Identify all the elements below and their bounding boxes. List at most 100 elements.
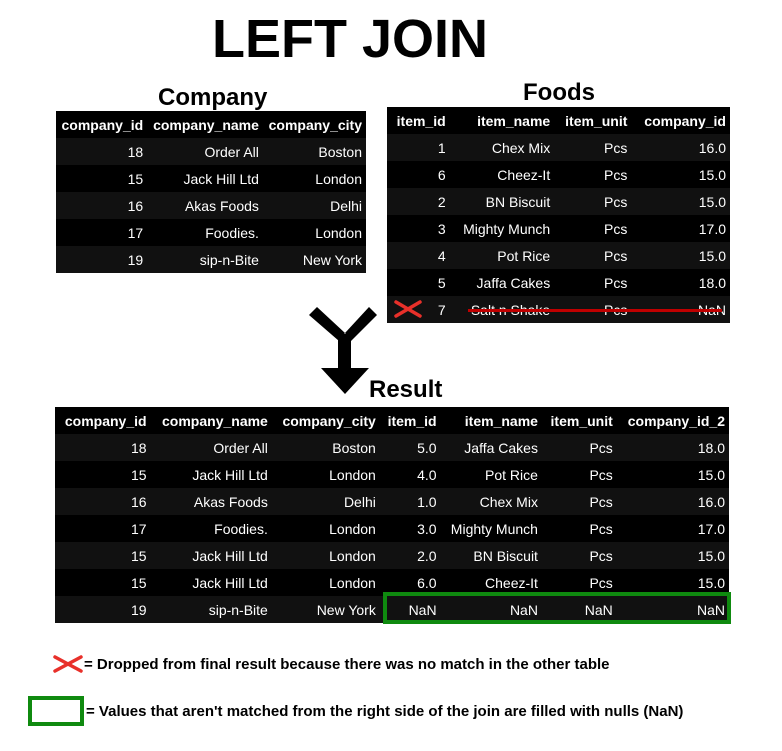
null-values-highlight [383, 592, 731, 624]
header-row: company_id company_name company_city item_i… [55, 407, 729, 434]
x-mark-icon [53, 655, 83, 673]
table-cell: Foodies. [147, 219, 263, 246]
table-cell: 18.0 [631, 269, 730, 296]
column-header: company_id [61, 116, 144, 133]
table-cell: Pcs [541, 515, 617, 542]
table-cell: 3.0 [379, 515, 441, 542]
table-cell: 5.0 [379, 434, 441, 461]
column-header: item_unit [565, 112, 628, 129]
column-header: company_city [268, 116, 362, 133]
table-cell: 16.0 [616, 488, 729, 515]
table-cell: 6 [387, 161, 450, 188]
table-cell: 15.0 [631, 161, 730, 188]
table-cell: 17 [56, 219, 148, 246]
table-cell: Pot Rice [440, 461, 542, 488]
table-cell: 17 [55, 515, 151, 542]
header-row: item_id item_name item_unit company_id [387, 107, 730, 134]
table-cell: Pcs [554, 161, 632, 188]
page-title: LEFT JOIN [211, 9, 488, 69]
table-row: 17 Foodies. London 3.0 Mighty Munch Pcs 17.0 [55, 515, 729, 542]
table-cell: 17.0 [616, 515, 729, 542]
table-cell: London [271, 461, 380, 488]
column-header: item_unit [550, 412, 613, 429]
table-cell: London [262, 219, 366, 246]
table-cell: BN Biscuit [440, 542, 542, 569]
table-cell: Foodies. [150, 515, 272, 542]
table-row: 19 sip-n-Bite New York [56, 246, 366, 273]
table-cell: 15.0 [616, 542, 729, 569]
table-cell: Pcs [541, 461, 617, 488]
table-row: 1 Chex Mix Pcs 16.0 [387, 134, 730, 161]
table-cell: Pcs [541, 488, 617, 515]
table-cell: Pcs [554, 242, 632, 269]
table-row: 2 BN Biscuit Pcs 15.0 [387, 188, 730, 215]
column-header: item_id [387, 412, 437, 429]
column-header: company_name [153, 116, 259, 133]
table-cell: 15.0 [631, 242, 730, 269]
table-cell: 18 [56, 138, 148, 165]
header-row: company_id company_name company_city [56, 111, 366, 138]
table-cell: 18.0 [616, 434, 729, 461]
table-cell: Pcs [554, 134, 632, 161]
table-cell: Pcs [554, 215, 632, 242]
table-cell: London [271, 542, 380, 569]
table-cell: Pcs [554, 269, 632, 296]
table-cell: sip-n-Bite [150, 596, 272, 623]
table-cell: 15.0 [616, 461, 729, 488]
company-caption: Company [158, 84, 268, 111]
table-cell: Order All [150, 434, 272, 461]
table-row: 18 Order All Boston 5.0 Jaffa Cakes Pcs 18.0 [55, 434, 729, 461]
table-cell: Jaffa Cakes [440, 434, 542, 461]
column-header: company_city [282, 412, 376, 429]
table-row: 17 Foodies. London [56, 219, 366, 246]
table-cell: sip-n-Bite [147, 246, 263, 273]
x-mark-icon [394, 300, 422, 318]
table-cell: 15.0 [631, 188, 730, 215]
table-cell: Cheez-It [449, 161, 555, 188]
table-cell: Jack Hill Ltd [150, 569, 272, 596]
table-cell: London [271, 515, 380, 542]
table-cell: 3 [387, 215, 450, 242]
table-cell: Jack Hill Ltd [150, 461, 272, 488]
table-cell: Jaffa Cakes [449, 269, 555, 296]
table-row: 3 Mighty Munch Pcs 17.0 [387, 215, 730, 242]
table-cell: 5 [387, 269, 450, 296]
table-cell: Pot Rice [449, 242, 555, 269]
table-cell: 19 [56, 246, 148, 273]
table-cell: Jack Hill Ltd [150, 542, 272, 569]
column-header: company_id [644, 112, 726, 129]
table-row: 16 Akas Foods Delhi [56, 192, 366, 219]
table-cell: Mighty Munch [449, 215, 555, 242]
table-cell: New York [262, 246, 366, 273]
company-table: company_id company_name company_city 18 Ord… [56, 111, 366, 273]
table-cell: 16 [56, 192, 148, 219]
table-cell: Pcs [554, 188, 632, 215]
table-cell: Akas Foods [150, 488, 272, 515]
table-cell: Chex Mix [440, 488, 542, 515]
table-cell: London [271, 569, 380, 596]
table-row: 4 Pot Rice Pcs 15.0 [387, 242, 730, 269]
column-header: company_id_2 [627, 412, 725, 429]
table-cell: 16.0 [631, 134, 730, 161]
table-row: 15 Jack Hill Ltd London [56, 165, 366, 192]
table-cell: Akas Foods [147, 192, 263, 219]
table-cell: Jack Hill Ltd [147, 165, 263, 192]
table-cell: Chex Mix [449, 134, 555, 161]
table-cell: Pcs [541, 542, 617, 569]
table-cell: Boston [271, 434, 380, 461]
table-cell: Delhi [271, 488, 380, 515]
column-header: item_name [477, 112, 551, 129]
table-row: 18 Order All Boston [56, 138, 366, 165]
table-cell: 2.0 [379, 542, 441, 569]
table-cell: 15 [55, 569, 151, 596]
table-cell: London [262, 165, 366, 192]
table-cell: 4.0 [379, 461, 441, 488]
table-cell: 15 [55, 542, 151, 569]
table-cell: 4 [387, 242, 450, 269]
table-cell: Order All [147, 138, 263, 165]
table-cell: 1.0 [379, 488, 441, 515]
table-row: 15 Jack Hill Ltd London 4.0 Pot Rice Pcs 15.0 [55, 461, 729, 488]
table-cell: 18 [55, 434, 151, 461]
legend-nulls-text: = Values that aren't matched from the ri… [86, 703, 684, 720]
table-row: 5 Jaffa Cakes Pcs 18.0 [387, 269, 730, 296]
